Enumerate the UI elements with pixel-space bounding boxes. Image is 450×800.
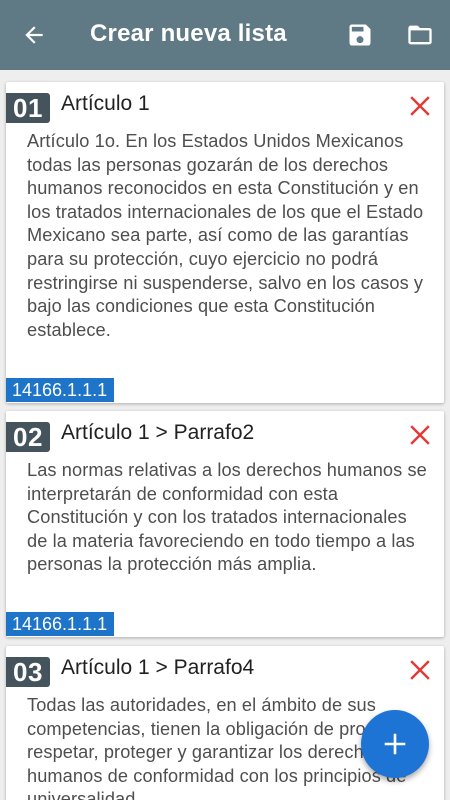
close-icon <box>410 425 430 445</box>
close-icon <box>410 96 430 116</box>
add-item-button[interactable] <box>361 710 429 778</box>
back-button[interactable] <box>18 19 50 51</box>
item-body: Las normas relativas a los derechos huma… <box>27 460 427 575</box>
item-number-badge: 01 <box>6 93 50 123</box>
item-number-badge: 02 <box>6 422 50 452</box>
add-icon <box>384 733 406 755</box>
folder-icon <box>408 25 432 45</box>
list-item[interactable]: 01 Artículo 1 Artículo 1o. En los Estado… <box>6 82 444 403</box>
delete-button[interactable] <box>408 94 432 118</box>
delete-button[interactable] <box>408 423 432 447</box>
save-button[interactable] <box>344 19 376 51</box>
article-list[interactable]: 01 Artículo 1 Artículo 1o. En los Estado… <box>0 70 450 800</box>
reference-tag: 14166.1.1.1 <box>6 378 115 402</box>
reference-tag: 14166.1.1.1 <box>6 612 115 636</box>
app-bar: Crear nueva lista <box>0 0 450 70</box>
item-body: Artículo 1o. En los Estados Unidos Mexic… <box>27 131 424 340</box>
save-icon <box>349 24 371 46</box>
open-folder-button[interactable] <box>402 19 438 51</box>
item-title: Artículo 1 <box>61 92 150 115</box>
list-item[interactable]: 02 Artículo 1 > Parrafo2 Las normas rela… <box>6 411 444 637</box>
close-icon <box>410 660 430 680</box>
item-number-badge: 03 <box>6 657 50 687</box>
delete-button[interactable] <box>408 658 432 682</box>
arrow-back-icon <box>25 26 43 44</box>
page-title: Crear nueva lista <box>90 20 287 47</box>
item-title: Artículo 1 > Parrafo4 <box>61 656 255 679</box>
item-title: Artículo 1 > Parrafo2 <box>61 421 255 444</box>
